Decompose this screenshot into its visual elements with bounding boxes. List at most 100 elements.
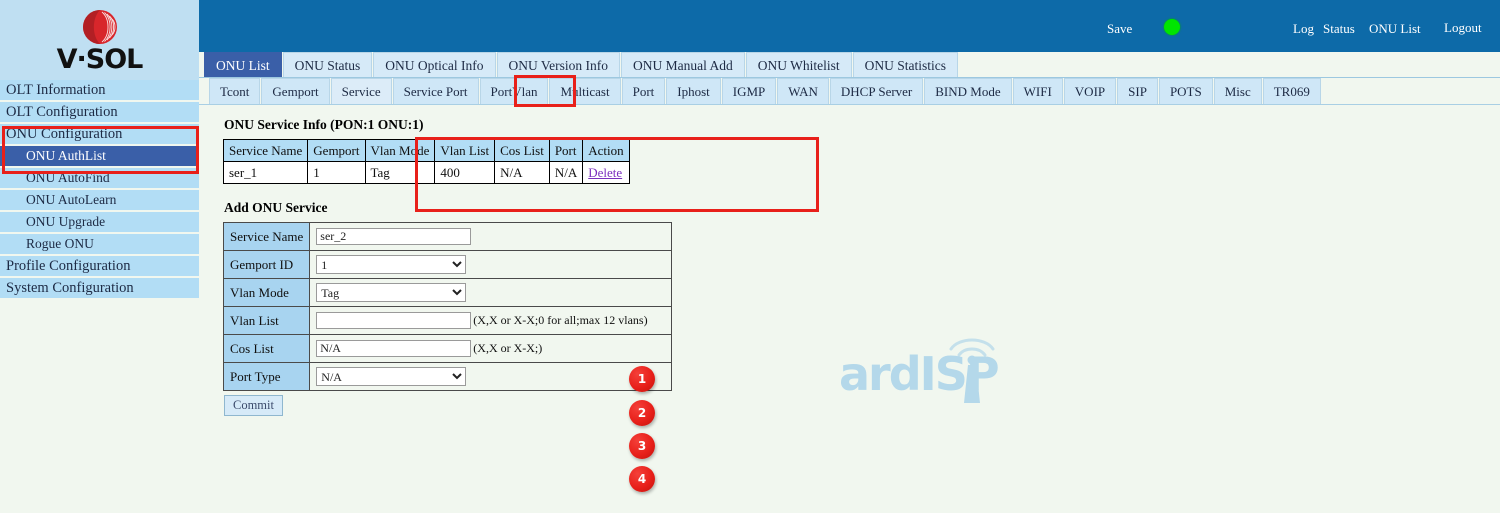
vlan-list-input[interactable]: [316, 312, 471, 329]
gemport-id-select[interactable]: 1: [316, 255, 466, 274]
top-bar: Save Log Status ONU List Logout: [199, 0, 1500, 52]
brand-logo: V·SOL: [0, 0, 199, 80]
label-cos-list: Cos List: [224, 335, 310, 363]
subtab-igmp[interactable]: IGMP: [722, 78, 777, 104]
cell-service-name: ser_1: [224, 162, 308, 184]
log-link[interactable]: Log: [1293, 21, 1314, 37]
tab-onu-version-info[interactable]: ONU Version Info: [497, 52, 621, 77]
tab-onu-optical-info[interactable]: ONU Optical Info: [373, 52, 495, 77]
sidebar-item-olt-configuration[interactable]: OLT Configuration: [0, 102, 199, 122]
watermark: ardISP: [839, 327, 1069, 407]
label-vlan-mode: Vlan Mode: [224, 279, 310, 307]
field-port-type: N/A: [310, 363, 672, 391]
subtab-pots[interactable]: POTS: [1159, 78, 1213, 104]
annotation-badge-4: 4: [629, 466, 655, 492]
annotation-badge-2: 2: [629, 400, 655, 426]
watermark-text: ardISP: [839, 351, 998, 397]
subtab-port[interactable]: Port: [622, 78, 666, 104]
table-row: ser_11Tag400N/AN/ADelete: [224, 162, 630, 184]
label-gemport-id: Gemport ID: [224, 251, 310, 279]
vlan-mode-select[interactable]: TagTransparentTranslation: [316, 283, 466, 302]
subtab-service[interactable]: Service: [331, 78, 392, 104]
tab-onu-status[interactable]: ONU Status: [283, 52, 373, 77]
cell-vlan-list: 400: [435, 162, 495, 184]
form-row-vlan-list: Vlan List (X,X or X-X;0 for all;max 12 v…: [224, 307, 672, 335]
column-header: Gemport: [308, 140, 365, 162]
tab-onu-manual-add[interactable]: ONU Manual Add: [621, 52, 745, 77]
onu-list-link[interactable]: ONU List: [1369, 21, 1421, 37]
delete-link[interactable]: Delete: [588, 165, 622, 180]
subtab-bind-mode[interactable]: BIND Mode: [924, 78, 1011, 104]
column-header: Port: [549, 140, 582, 162]
annotation-badge-3: 3: [629, 433, 655, 459]
sidebar-item-onu-autofind[interactable]: ONU AutoFind: [0, 168, 199, 188]
column-header: Vlan Mode: [365, 140, 435, 162]
cell-port: N/A: [549, 162, 582, 184]
tab-onu-whitelist[interactable]: ONU Whitelist: [746, 52, 852, 77]
sidebar-item-olt-information[interactable]: OLT Information: [0, 80, 199, 100]
column-header: Action: [583, 140, 629, 162]
commit-button[interactable]: Commit: [224, 395, 283, 416]
cos-list-hint: (X,X or X-X;): [473, 341, 542, 355]
label-vlan-list: Vlan List: [224, 307, 310, 335]
field-cos-list: (X,X or X-X;): [310, 335, 672, 363]
subtab-wan[interactable]: WAN: [777, 78, 829, 104]
service-info-title: ONU Service Info (PON:1 ONU:1): [224, 117, 1500, 133]
subtab-dhcp-server[interactable]: DHCP Server: [830, 78, 923, 104]
table-body: ser_11Tag400N/AN/ADelete: [224, 162, 630, 184]
subtab-sip[interactable]: SIP: [1117, 78, 1158, 104]
subtab-multicast[interactable]: Multicast: [549, 78, 620, 104]
form-row-gemport-id: Gemport ID 1: [224, 251, 672, 279]
sidebar-item-onu-upgrade[interactable]: ONU Upgrade: [0, 212, 199, 232]
sidebar-item-profile-configuration[interactable]: Profile Configuration: [0, 256, 199, 276]
subtab-portvlan[interactable]: PortVlan: [480, 78, 549, 104]
cell-action: Delete: [583, 162, 629, 184]
service-name-input[interactable]: [316, 228, 471, 245]
brand-name: V·SOL: [57, 46, 143, 73]
port-type-select[interactable]: N/A: [316, 367, 466, 386]
field-vlan-mode: TagTransparentTranslation: [310, 279, 672, 307]
field-service-name: [310, 223, 672, 251]
subtab-service-port[interactable]: Service Port: [393, 78, 479, 104]
form-row-cos-list: Cos List (X,X or X-X;): [224, 335, 672, 363]
label-port-type: Port Type: [224, 363, 310, 391]
service-info-table: Service NameGemportVlan ModeVlan ListCos…: [223, 139, 630, 184]
content-panel: ardISP ONU Service Info (PON:1 ONU:1) Se…: [199, 105, 1500, 416]
subtab-tcont[interactable]: Tcont: [209, 78, 260, 104]
form-row-vlan-mode: Vlan Mode TagTransparentTranslation: [224, 279, 672, 307]
sidebar-item-system-configuration[interactable]: System Configuration: [0, 278, 199, 298]
label-service-name: Service Name: [224, 223, 310, 251]
column-header: Service Name: [224, 140, 308, 162]
subtab-misc[interactable]: Misc: [1214, 78, 1262, 104]
status-indicator-dot: [1164, 19, 1180, 35]
vsol-logo-icon: [80, 7, 120, 47]
main-area: Save Log Status ONU List Logout ONU List…: [199, 0, 1500, 513]
tab-onu-list[interactable]: ONU List: [204, 52, 282, 77]
sidebar-item-onu-autolearn[interactable]: ONU AutoLearn: [0, 190, 199, 210]
tab-onu-statistics[interactable]: ONU Statistics: [853, 52, 958, 77]
sidebar-nav: OLT InformationOLT ConfigurationONU Conf…: [0, 80, 199, 298]
field-vlan-list: (X,X or X-X;0 for all;max 12 vlans): [310, 307, 672, 335]
add-service-title: Add ONU Service: [224, 200, 1500, 216]
sidebar-item-onu-configuration[interactable]: ONU Configuration: [0, 124, 199, 144]
cell-gemport: 1: [308, 162, 365, 184]
form-row-port-type: Port Type N/A: [224, 363, 672, 391]
cell-vlan-mode: Tag: [365, 162, 435, 184]
field-gemport-id: 1: [310, 251, 672, 279]
subtab-iphost[interactable]: Iphost: [666, 78, 721, 104]
subtab-wifi[interactable]: WIFI: [1013, 78, 1063, 104]
status-link[interactable]: Status: [1323, 21, 1355, 37]
subtab-voip[interactable]: VOIP: [1064, 78, 1116, 104]
subtab-tr069[interactable]: TR069: [1263, 78, 1321, 104]
save-button[interactable]: Save: [1107, 21, 1132, 37]
table-header-row: Service NameGemportVlan ModeVlan ListCos…: [224, 140, 630, 162]
vlan-list-hint: (X,X or X-X;0 for all;max 12 vlans): [473, 313, 647, 327]
logout-link[interactable]: Logout: [1444, 20, 1482, 36]
cos-list-input[interactable]: [316, 340, 471, 357]
column-header: Cos List: [495, 140, 550, 162]
subtab-gemport[interactable]: Gemport: [261, 78, 329, 104]
sidebar-item-rogue-onu[interactable]: Rogue ONU: [0, 234, 199, 254]
sidebar: V·SOL OLT InformationOLT ConfigurationON…: [0, 0, 199, 513]
sidebar-item-onu-authlist[interactable]: ONU AuthList: [0, 146, 199, 166]
primary-tab-bar: ONU ListONU StatusONU Optical InfoONU Ve…: [199, 52, 1500, 78]
